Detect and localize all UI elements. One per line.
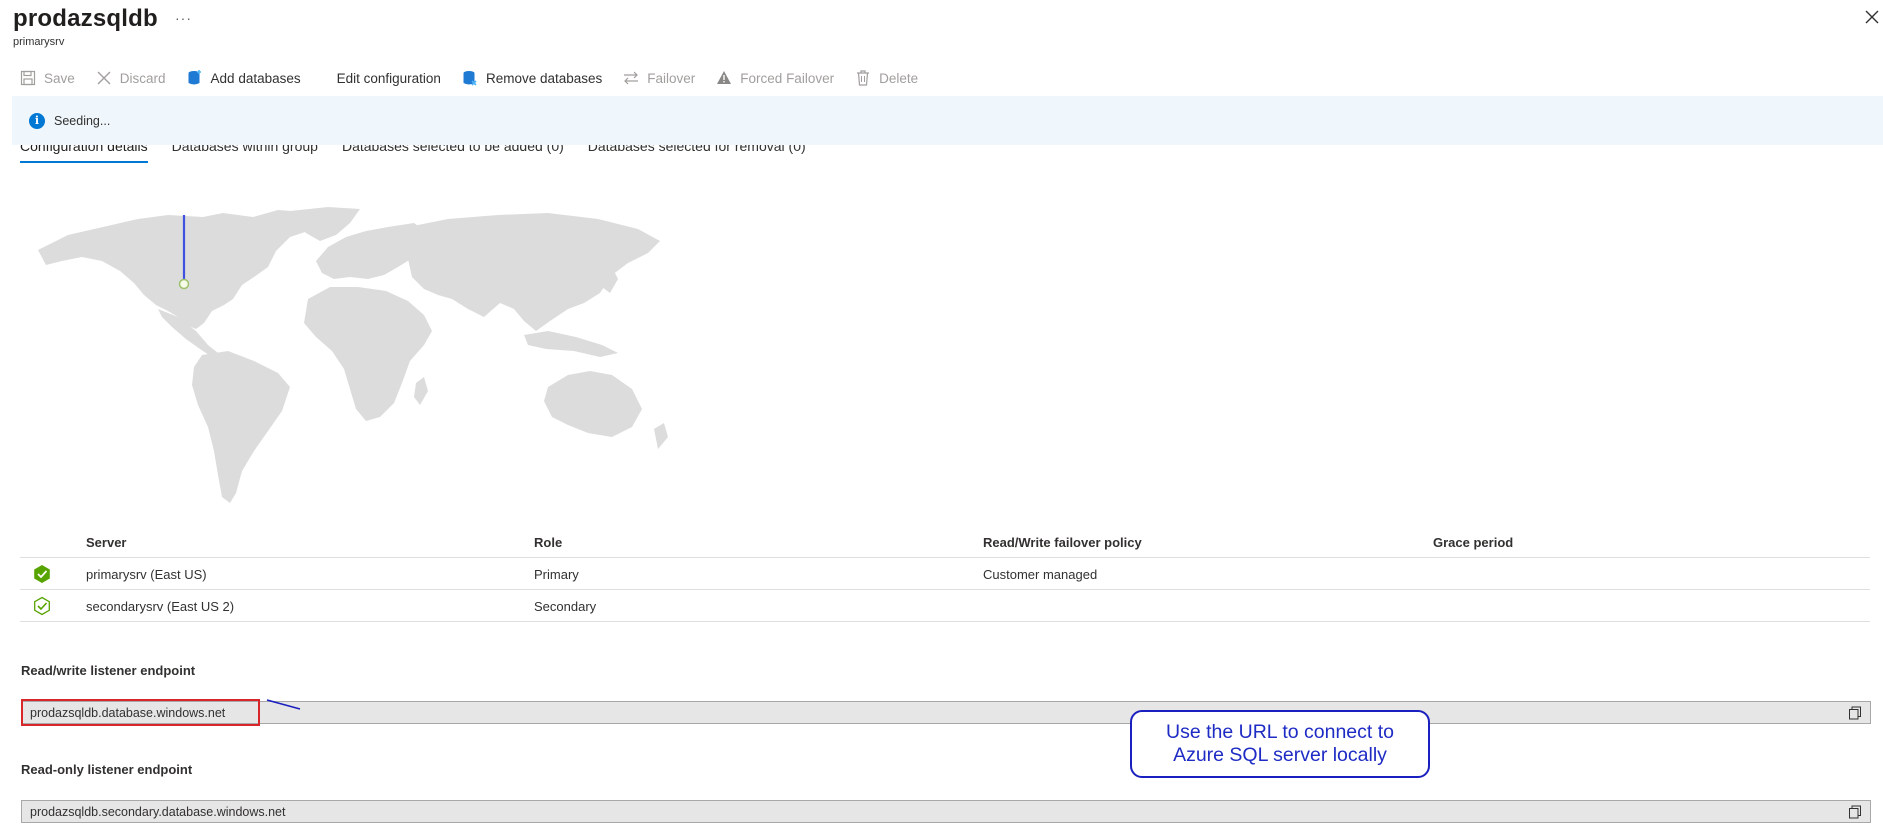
failover-policy: Customer managed — [983, 567, 1098, 582]
annotation-callout: Use the URL to connect to Azure SQL serv… — [1130, 710, 1430, 778]
add-databases-button[interactable]: Add databases — [186, 69, 301, 87]
ro-endpoint-field[interactable]: prodazsqldb.secondary.database.windows.n… — [21, 800, 1871, 823]
more-options-button[interactable]: ··· — [175, 10, 192, 26]
server-name: primarysrv (East US) — [86, 567, 207, 582]
forced-failover-label: Forced Failover — [740, 70, 835, 86]
page-subtitle: primarysrv — [13, 36, 65, 48]
table-row[interactable]: secondarysrv (East US 2) Secondary — [20, 590, 1870, 622]
rw-endpoint-value: prodazsqldb.database.windows.net — [30, 705, 226, 720]
callout-line-1: Use the URL to connect to — [1166, 721, 1394, 743]
rw-endpoint-label: Read/write listener endpoint — [21, 663, 196, 678]
server-name: secondarysrv (East US 2) — [86, 599, 235, 614]
edit-configuration-button[interactable]: Edit configuration — [337, 71, 441, 86]
discard-icon — [95, 69, 113, 87]
failover-icon — [622, 69, 640, 87]
status-banner: i Seeding... — [12, 96, 1883, 145]
remove-databases-button[interactable]: Remove databases — [461, 69, 602, 87]
info-icon: i — [29, 112, 45, 129]
servers-table: Server Role Read/Write failover policy G… — [20, 526, 1870, 622]
discard-button[interactable]: Discard — [95, 69, 166, 87]
warning-icon — [715, 69, 733, 87]
edit-configuration-label: Edit configuration — [336, 70, 441, 86]
failover-button[interactable]: Failover — [622, 69, 695, 87]
primary-check-icon — [32, 564, 52, 587]
server-role: Secondary — [534, 599, 597, 614]
column-header-policy: Read/Write failover policy — [983, 535, 1142, 550]
callout-box: Use the URL to connect to Azure SQL serv… — [1130, 710, 1430, 778]
column-header-server: Server — [86, 535, 127, 550]
database-add-icon — [186, 69, 204, 87]
callout-line-2: Azure SQL server locally — [1173, 744, 1387, 766]
secondary-check-icon — [32, 596, 52, 619]
add-databases-label: Add databases — [210, 70, 301, 86]
failover-label: Failover — [647, 70, 696, 86]
remove-databases-label: Remove databases — [485, 70, 603, 86]
copy-icon[interactable] — [1848, 805, 1862, 819]
close-icon[interactable] — [1862, 7, 1882, 27]
column-header-role: Role — [534, 535, 563, 550]
page-title: prodazsqldb — [13, 5, 158, 32]
server-role: Primary — [534, 567, 579, 582]
banner-text: Seeding... — [54, 113, 111, 128]
delete-button[interactable]: Delete — [854, 69, 918, 87]
callout-pointer — [266, 699, 301, 710]
ro-endpoint-value: prodazsqldb.secondary.database.windows.n… — [30, 804, 286, 819]
save-button[interactable]: Save — [19, 69, 75, 87]
forced-failover-button[interactable]: Forced Failover — [715, 69, 834, 87]
save-icon — [19, 69, 37, 87]
column-header-grace: Grace period — [1433, 535, 1514, 550]
database-remove-icon — [461, 69, 479, 87]
save-label: Save — [44, 70, 75, 86]
ro-endpoint-label: Read-only listener endpoint — [21, 762, 193, 777]
copy-icon[interactable] — [1848, 706, 1862, 720]
world-map — [38, 207, 668, 503]
delete-label: Delete — [879, 70, 919, 86]
trash-icon — [854, 69, 872, 87]
table-header-row: Server Role Read/Write failover policy G… — [20, 526, 1870, 558]
command-bar: Save Discard Add databases Edit configur… — [19, 66, 938, 90]
table-row[interactable]: primarysrv (East US) Primary Customer ma… — [20, 558, 1870, 590]
discard-label: Discard — [119, 70, 166, 86]
